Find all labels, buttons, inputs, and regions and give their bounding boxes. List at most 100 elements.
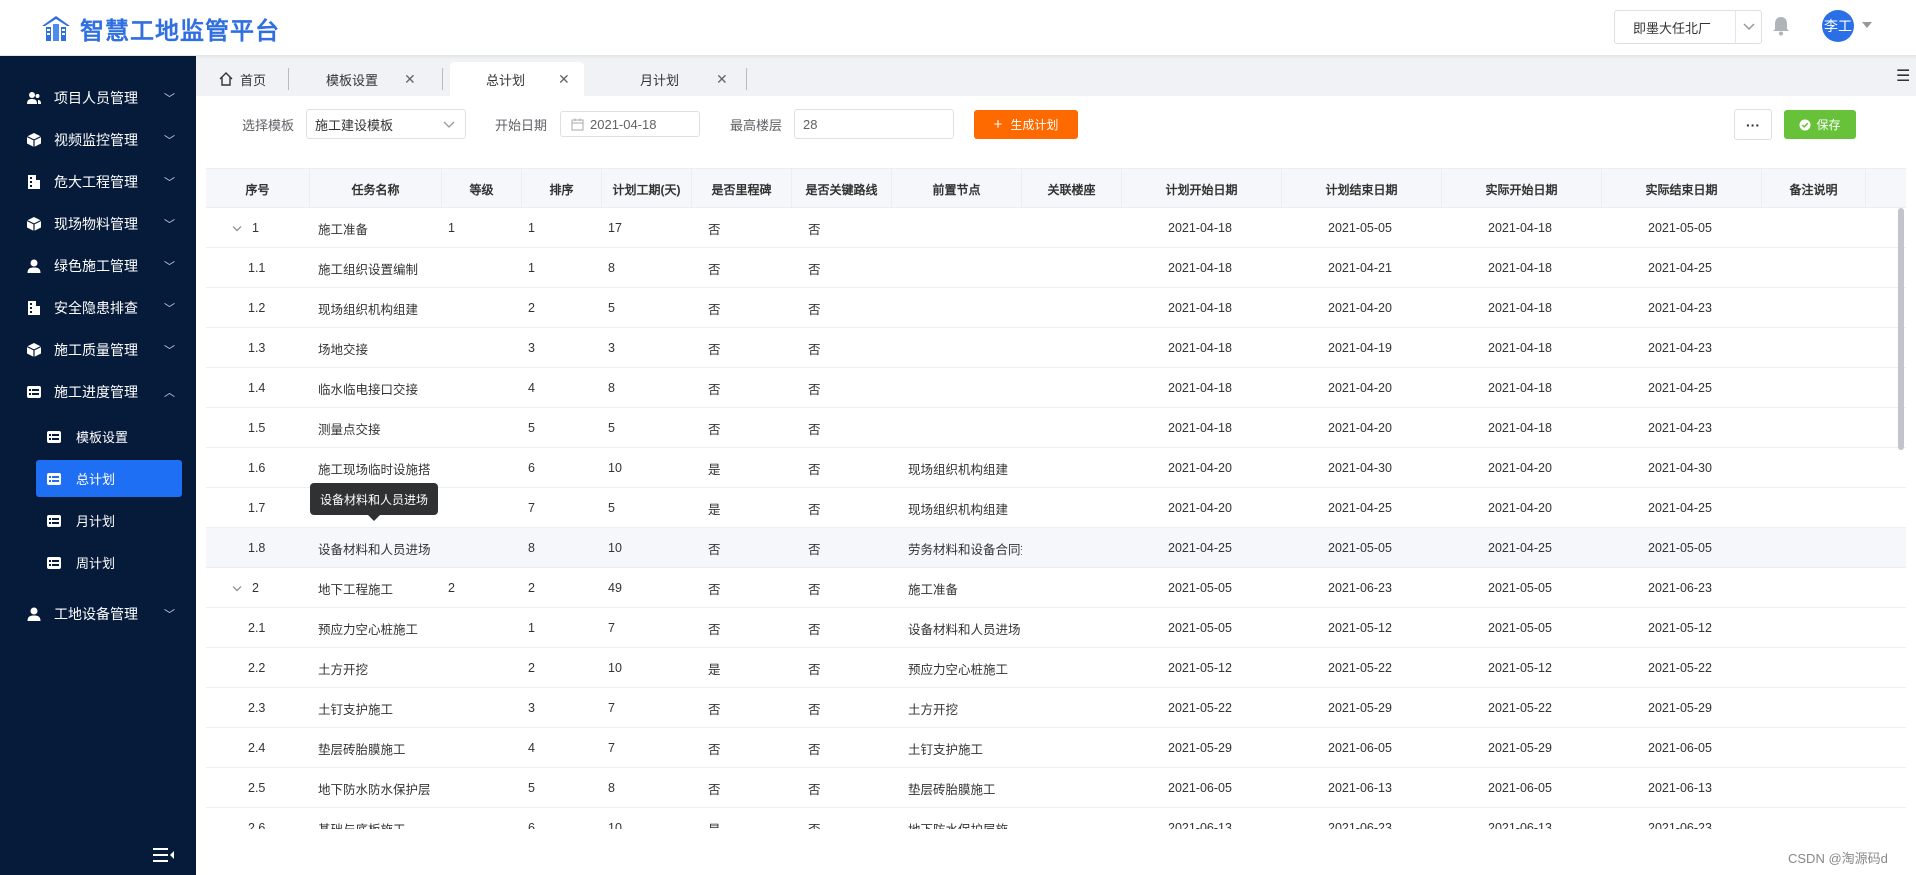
sidebar-item-progress[interactable]: 施工进度管理 ︿ [0, 372, 196, 412]
generate-plan-button[interactable]: + 生成计划 [974, 110, 1078, 139]
column-header[interactable]: 排序 [522, 169, 602, 209]
column-header[interactable]: 是否关键路线 [792, 169, 892, 209]
cell-level [448, 808, 518, 829]
table-row[interactable]: 2.4 垫层砖胎膜施工 4 7 否否土钉支护施工 2021-05-29 2021-06-05… [206, 728, 1906, 768]
bell-icon[interactable] [1772, 16, 1790, 36]
user-name: 李工 [1824, 18, 1852, 34]
list-icon [47, 514, 61, 527]
table-row[interactable]: 2.6基础与底板施工610是否地下防水保护层施2021-06-132021-06… [206, 808, 1906, 829]
tab-home[interactable]: 首页 [218, 62, 284, 96]
table-row[interactable]: 2.1 预应力空心桩施工 1 7 否否设备材料和人员进场 2021-05-05 2021-0… [206, 608, 1906, 648]
save-button[interactable]: 保存 [1784, 110, 1856, 139]
table-row[interactable]: 2.3 土钉支护施工 3 7 否否土方开挖 2021-05-22 2021-05-29 202… [206, 688, 1906, 728]
generate-plan-label: 生成计划 [1010, 118, 1059, 132]
expand-chevron-icon[interactable] [232, 221, 242, 232]
table-row[interactable]: 1.6 施工现场临时设施搭 6 10 是否现场组织机构组建 2021-04-20 2021-… [206, 448, 1906, 488]
app-logo[interactable]: 智慧工地监管平台 [40, 8, 280, 48]
cell-pre: 设备材料和人员进场 [908, 622, 1021, 637]
list-icon [47, 430, 61, 443]
expand-chevron-icon[interactable] [232, 581, 242, 592]
column-header[interactable]: 备注说明 [1762, 169, 1866, 209]
table-row[interactable]: 1.5 测量点交接 5 5 否否 2021-04-18 2021-04-20 2021-04-… [206, 408, 1906, 448]
vertical-scrollbar[interactable] [1898, 208, 1904, 450]
table-row[interactable]: 1.7 7 5 是否现场组织机构组建 2021-04-20 2021-04-25 2021-… [206, 488, 1906, 528]
table-row[interactable]: 2 地下工程施工 2 2 49 否否施工准备 2021-05-05 2021-06-23 202… [206, 568, 1906, 608]
tabs-menu-icon[interactable]: ☰ [1896, 66, 1910, 86]
cell-ps: 2021-05-12 [1168, 661, 1232, 675]
sidebar-item-materials[interactable]: 现场物料管理 ﹀ [0, 204, 196, 244]
tabs-bar: 首页 模板设置 ✕ 总计划 ✕ 月计划 ✕ ☰ [196, 56, 1916, 96]
caret-down-icon[interactable] [1862, 22, 1872, 28]
sidebar-subitem-template[interactable]: 模板设置 [36, 418, 182, 455]
sidebar-item-label: 危大工程管理 [54, 174, 138, 190]
cell-level: 1 [448, 221, 455, 235]
tab-divider [288, 68, 289, 90]
column-header[interactable]: 是否里程碑 [692, 169, 792, 209]
table-row[interactable]: 1.4 临水临电接口交接 4 8 否否 2021-04-18 2021-04-20 2021-… [206, 368, 1906, 408]
sidebar-item-safety[interactable]: 安全隐患排查 ﹀ [0, 288, 196, 328]
cell-name: 施工现场临时设施搭 [318, 462, 431, 477]
table-row[interactable]: 1.2 现场组织机构组建 2 5 否否 2021-04-18 2021-04-20 2021-… [206, 288, 1906, 328]
sidebar-item-green[interactable]: 绿色施工管理 ﹀ [0, 246, 196, 286]
list-icon [47, 472, 61, 485]
cell-order: 8 [528, 541, 535, 555]
column-header[interactable]: 计划结束日期 [1282, 169, 1442, 209]
cell-critical: 否 [808, 422, 821, 437]
chevron-down-icon: ﹀ [164, 177, 175, 189]
cell-days: 10 [608, 461, 622, 475]
close-icon[interactable]: ✕ [558, 71, 570, 88]
column-header[interactable]: 关联楼座 [1022, 169, 1122, 209]
sidebar-item-hazard[interactable]: 危大工程管理 ﹀ [0, 162, 196, 202]
column-header[interactable]: 计划开始日期 [1122, 169, 1282, 209]
table-row[interactable]: 2.2 土方开挖 2 10 是否预应力空心桩施工 2021-05-12 2021-05-22… [206, 648, 1906, 688]
sidebar-subitem-monthly[interactable]: 月计划 [36, 502, 182, 539]
column-header[interactable]: 等级 [442, 169, 522, 209]
sidebar-subitem-master-plan[interactable]: 总计划 [36, 460, 182, 497]
cell-note [1778, 728, 1858, 768]
cell-ps: 2021-05-29 [1168, 741, 1232, 755]
sidebar-item-video[interactable]: 视频监控管理 ﹀ [0, 120, 196, 160]
sidebar-item-quality[interactable]: 施工质量管理 ﹀ [0, 330, 196, 370]
close-icon[interactable]: ✕ [716, 71, 728, 88]
template-select[interactable]: 施工建设模板 [306, 109, 466, 139]
column-header[interactable]: 计划工期(天) [602, 169, 692, 209]
cell-critical: 否 [808, 808, 888, 830]
cell-days: 3 [608, 341, 615, 355]
column-header[interactable]: 实际开始日期 [1442, 169, 1602, 209]
cell-as: 2021-04-20 [1488, 501, 1552, 515]
tab-master-plan[interactable]: 总计划 ✕ [450, 62, 584, 96]
sidebar-item-personnel[interactable]: 项目人员管理 ﹀ [0, 78, 196, 118]
building-icon [28, 175, 40, 189]
max-floor-label: 最高楼层 [730, 118, 783, 133]
column-header[interactable]: 实际结束日期 [1602, 169, 1762, 209]
cell-pe: 2021-04-19 [1328, 341, 1392, 355]
cell-milestone: 否 [708, 742, 721, 757]
more-button[interactable]: ··· [1734, 109, 1772, 140]
sidebar-subitem-weekly[interactable]: 周计划 [36, 544, 182, 581]
cell-note [1778, 448, 1858, 488]
cell-bldg [1028, 808, 1118, 829]
collapse-menu-icon[interactable] [153, 847, 175, 863]
table-row[interactable]: 2.5 地下防水防水保护层 5 8 否否垫层砖胎膜施工 2021-06-05 2021-06… [206, 768, 1906, 808]
table-row[interactable]: 1.8 设备材料和人员进场 8 10 否否劳务材料和设备合同签 2021-04-25 202… [206, 528, 1906, 568]
tab-template[interactable]: 模板设置 ✕ [296, 62, 426, 96]
cell-name: 土方开挖 [318, 662, 369, 677]
max-floor-input[interactable]: 28 [794, 109, 954, 139]
table-row[interactable]: 1.1 施工组织设置编制 1 8 否否 2021-04-18 2021-04-21 2021-… [206, 248, 1906, 288]
chevron-down-icon[interactable] [1735, 11, 1761, 43]
column-header[interactable]: 前置节点 [892, 169, 1022, 209]
start-date-picker[interactable]: 2021-04-18 [560, 111, 700, 137]
table-row[interactable]: 1 施工准备 1 1 17 否否 2021-04-18 2021-05-05 2021-04-1… [206, 208, 1906, 248]
column-header[interactable]: 任务名称 [310, 169, 442, 209]
sidebar-item-equipment[interactable]: 工地设备管理 ﹀ [0, 594, 196, 634]
tab-monthly[interactable]: 月计划 ✕ [596, 62, 746, 96]
site-select[interactable]: 即墨大任北厂 [1614, 10, 1762, 44]
tooltip-text: 设备材料和人员进场 [319, 492, 428, 507]
close-icon[interactable]: ✕ [404, 71, 416, 88]
table-row[interactable]: 1.3 场地交接 3 3 否否 2021-04-18 2021-04-19 2021-04-1… [206, 328, 1906, 368]
cell-critical: 否 [808, 302, 821, 317]
cell-pe: 2021-04-30 [1328, 461, 1392, 475]
avatar[interactable]: 李工 [1822, 10, 1854, 42]
column-header[interactable]: 序号 [206, 169, 310, 209]
cell-level [448, 608, 518, 648]
